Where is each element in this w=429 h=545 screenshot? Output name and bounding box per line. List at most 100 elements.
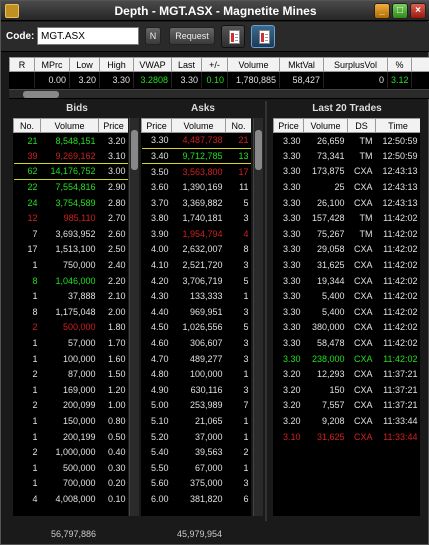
trade-row[interactable]: 3.20 9,208 CXA 11:33:44 [274, 413, 421, 429]
bid-row[interactable]: 1 169,000 1.20 [14, 382, 129, 398]
bid-row[interactable]: 39 9,269,162 3.10 [14, 148, 129, 164]
bid-row[interactable]: 2 1,000,000 0.40 [14, 444, 129, 460]
ask-row[interactable]: 4.80 100,000 1 [142, 366, 252, 382]
trade-row[interactable]: 3.30 173,875 CXA 12:43:13 [274, 164, 421, 180]
trade-row[interactable]: 3.30 19,344 CXA 11:42:02 [274, 273, 421, 289]
column-header[interactable]: MktVal [279, 57, 324, 72]
column-header[interactable]: Price [273, 118, 304, 133]
column-header[interactable]: Price [98, 118, 128, 133]
ask-row[interactable]: 5.00 253,989 7 [142, 398, 252, 414]
column-header[interactable]: Time [375, 118, 420, 133]
bid-row[interactable]: 7 3,693,952 2.60 [14, 226, 129, 242]
trade-row[interactable]: 3.30 73,341 TM 12:50:59 [274, 148, 421, 164]
ask-row[interactable]: 4.30 133,333 1 [142, 288, 252, 304]
trade-row[interactable]: 3.30 26,100 CXA 12:43:13 [274, 195, 421, 211]
trade-row[interactable]: 3.30 58,478 CXA 11:42:02 [274, 335, 421, 351]
ask-row[interactable]: 5.50 67,000 1 [142, 460, 252, 476]
scroll-thumb[interactable] [255, 130, 262, 170]
column-header[interactable]: No. [13, 118, 41, 133]
ask-row[interactable]: 4.40 969,951 3 [142, 304, 252, 320]
scroll-thumb[interactable] [131, 130, 138, 170]
bid-row[interactable]: 24 3,754,589 2.80 [14, 195, 129, 211]
maximize-button[interactable]: □ [392, 3, 408, 19]
ask-row[interactable]: 4.00 2,632,007 8 [142, 242, 252, 258]
bid-row[interactable]: 8 1,046,000 2.20 [14, 273, 129, 289]
trade-row[interactable]: 3.30 26,659 TM 12:50:59 [274, 133, 421, 149]
ask-row[interactable]: 4.90 630,116 3 [142, 382, 252, 398]
column-header[interactable]: SurplusVol [323, 57, 388, 72]
column-header[interactable]: +/- [201, 57, 228, 72]
ask-row[interactable]: 3.70 3,369,882 5 [142, 195, 252, 211]
column-header[interactable]: Volume [40, 118, 99, 133]
ask-row[interactable]: 5.60 375,000 3 [142, 476, 252, 492]
ask-row[interactable]: 5.10 21,065 1 [142, 413, 252, 429]
trade-row[interactable]: 3.30 75,267 TM 11:42:02 [274, 226, 421, 242]
trade-row[interactable]: 3.30 157,428 TM 11:42:02 [274, 210, 421, 226]
n-button[interactable]: N [145, 27, 161, 45]
quote-scrollbar[interactable] [9, 89, 429, 98]
bid-row[interactable]: 8 1,175,048 2.00 [14, 304, 129, 320]
bid-row[interactable]: 1 700,000 0.20 [14, 476, 129, 492]
column-header[interactable]: Volume [171, 118, 226, 133]
bid-row[interactable]: 22 7,554,816 2.90 [14, 179, 129, 195]
trade-row[interactable]: 3.30 5,400 CXA 11:42:02 [274, 304, 421, 320]
bid-row[interactable]: 12 985,110 2.70 [14, 210, 129, 226]
ask-row[interactable]: 4.50 1,026,556 5 [142, 320, 252, 336]
bid-row[interactable]: 21 8,548,151 3.20 [14, 133, 129, 149]
bid-row[interactable]: 1 57,000 1.70 [14, 335, 129, 351]
column-header[interactable]: Last [171, 57, 202, 72]
column-header[interactable]: MPrc [34, 57, 70, 72]
bid-row[interactable]: 1 100,000 1.60 [14, 351, 129, 367]
trade-row[interactable]: 3.30 380,000 CXA 11:42:02 [274, 320, 421, 336]
ask-row[interactable]: 5.40 39,563 2 [142, 444, 252, 460]
bid-row[interactable]: 2 200,099 1.00 [14, 398, 129, 414]
bid-row[interactable]: 2 87,000 1.50 [14, 366, 129, 382]
column-header[interactable]: Volume [303, 118, 348, 133]
trade-row[interactable]: 3.20 7,557 CXA 11:37:21 [274, 398, 421, 414]
column-header[interactable]: DS [347, 118, 376, 133]
ask-row[interactable]: 6.00 381,820 6 [142, 491, 252, 507]
trade-row[interactable]: 3.20 150 CXA 11:37:21 [274, 382, 421, 398]
bid-row[interactable]: 1 37,888 2.10 [14, 288, 129, 304]
column-header[interactable]: Sec [411, 57, 429, 72]
bid-row[interactable]: 1 500,000 0.30 [14, 460, 129, 476]
trade-row[interactable]: 3.20 12,293 CXA 11:37:21 [274, 366, 421, 382]
close-button[interactable]: × [410, 3, 426, 19]
column-header[interactable]: Volume [227, 57, 280, 72]
ask-row[interactable]: 3.50 3,563,800 17 [142, 164, 252, 180]
ask-row[interactable]: 3.60 1,390,169 11 [142, 179, 252, 195]
ask-row[interactable]: 4.70 489,277 3 [142, 351, 252, 367]
column-header[interactable]: % [387, 57, 412, 72]
column-header[interactable]: High [99, 57, 134, 72]
ask-row[interactable]: 4.20 3,706,719 5 [142, 273, 252, 289]
book-button[interactable] [221, 25, 245, 48]
trade-row[interactable]: 3.30 5,400 CXA 11:42:02 [274, 288, 421, 304]
trade-row[interactable]: 3.30 29,058 CXA 11:42:02 [274, 242, 421, 258]
column-header[interactable]: R [9, 57, 35, 72]
panel-divider[interactable] [265, 101, 267, 521]
trade-row[interactable]: 3.30 31,625 CXA 11:42:02 [274, 257, 421, 273]
bid-row[interactable]: 1 750,000 2.40 [14, 257, 129, 273]
ask-row[interactable]: 4.10 2,521,720 3 [142, 257, 252, 273]
column-header[interactable]: VWAP [133, 57, 172, 72]
bid-row[interactable]: 4 4,008,000 0.10 [14, 491, 129, 507]
minimize-button[interactable]: _ [374, 3, 390, 19]
code-input[interactable] [37, 27, 139, 45]
request-button[interactable]: Request [169, 27, 215, 45]
column-header[interactable]: Low [69, 57, 100, 72]
asks-scrollbar[interactable] [253, 118, 263, 516]
bid-row[interactable]: 2 500,000 1.80 [14, 320, 129, 336]
bids-scrollbar[interactable] [129, 118, 139, 516]
column-header[interactable]: No. [225, 118, 251, 133]
scroll-thumb[interactable] [23, 91, 59, 98]
column-header[interactable]: Price [141, 118, 172, 133]
bid-row[interactable]: 62 14,176,752 3.00 [13, 163, 128, 180]
trade-row[interactable]: 3.30 25 CXA 12:43:13 [274, 179, 421, 195]
ask-row[interactable]: 3.30 4,487,738 21 [141, 132, 251, 149]
bid-row[interactable]: 1 150,000 0.80 [14, 413, 129, 429]
bid-row[interactable]: 17 1,513,100 2.50 [14, 242, 129, 258]
ask-row[interactable]: 3.90 1,954,794 4 [142, 226, 252, 242]
trade-row[interactable]: 3.30 238,000 CXA 11:42:02 [274, 351, 421, 367]
bid-row[interactable]: 1 200,199 0.50 [14, 429, 129, 445]
trade-row[interactable]: 3.10 31,625 CXA 11:33:44 [274, 429, 421, 445]
